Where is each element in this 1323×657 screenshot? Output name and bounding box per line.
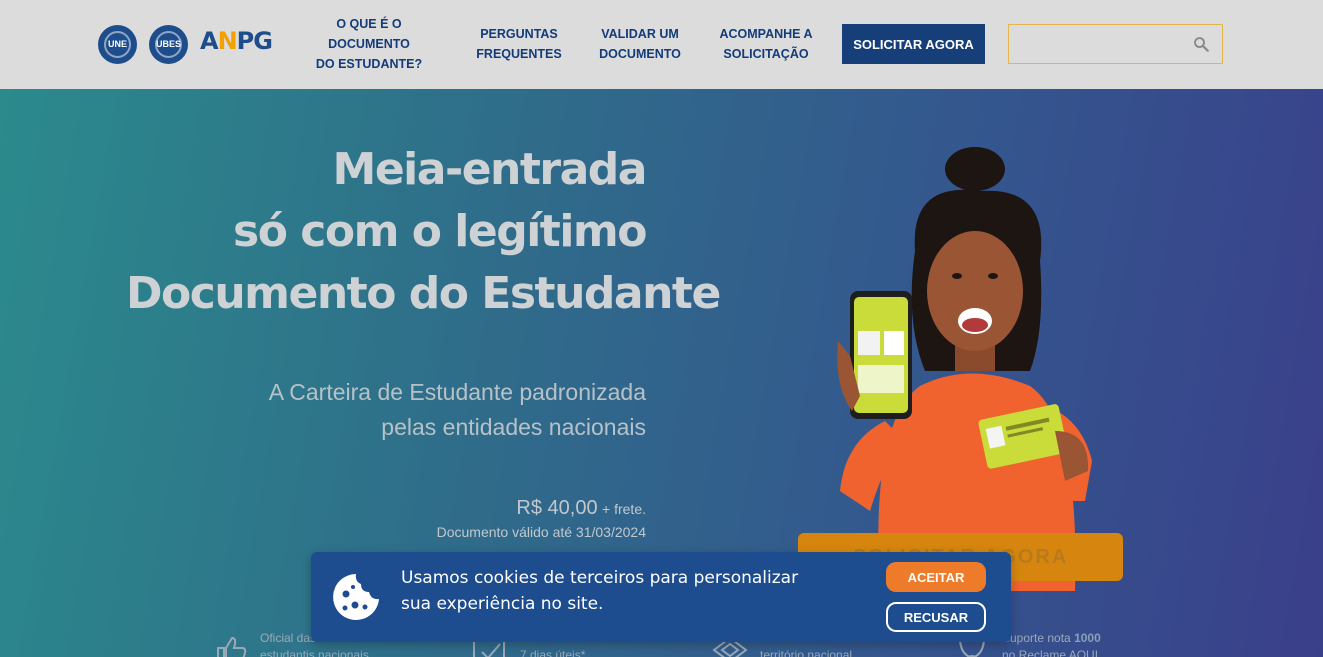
ubes-logo[interactable]: UBES [149,24,188,64]
thumbs-up-icon [217,636,247,657]
anpg-logo[interactable]: ANPG [200,27,273,55]
cookie-message: Usamos cookies de terceiros para persona… [401,568,799,614]
validity-text: Documento válido até 31/03/2024 [436,524,646,540]
hero-title: Meia-entrada só com o legítimo Documento… [126,144,721,319]
search-icon[interactable] [1192,35,1210,53]
refuse-cookies-button[interactable]: Recusar [886,602,986,632]
nav-item-validate-document[interactable]: Validar um Documento [596,24,684,64]
une-logo[interactable]: UNE [98,24,137,64]
partner-logos: UNE UBES ANPG [98,24,273,64]
cookie-banner: Usamos cookies de terceiros para persona… [311,552,1011,642]
nav-item-what-is-document[interactable]: O que é o Documento do Estudante? [303,17,435,71]
accept-cookies-button[interactable]: Aceitar [886,562,986,592]
price-value: R$ 40,00 [516,497,598,519]
student-photo [837,147,1092,591]
search-box [1008,24,1223,64]
hero-subtitle: A Carteira de Estudante padronizada pela… [268,379,646,440]
nav-item-track-request[interactable]: Acompanhe a Solicitação [716,24,816,64]
cookie-icon [333,574,379,620]
price-line: R$ 40,00 + frete. [516,497,646,520]
header-request-button[interactable]: Solicitar agora [842,24,985,64]
price-shipping: + frete. [602,501,646,517]
search-input[interactable] [1013,29,1183,59]
nav-item-faq[interactable]: Perguntas Frequentes [470,24,568,64]
site-header: UNE UBES ANPG O que é o Documento do Est… [0,0,1323,89]
